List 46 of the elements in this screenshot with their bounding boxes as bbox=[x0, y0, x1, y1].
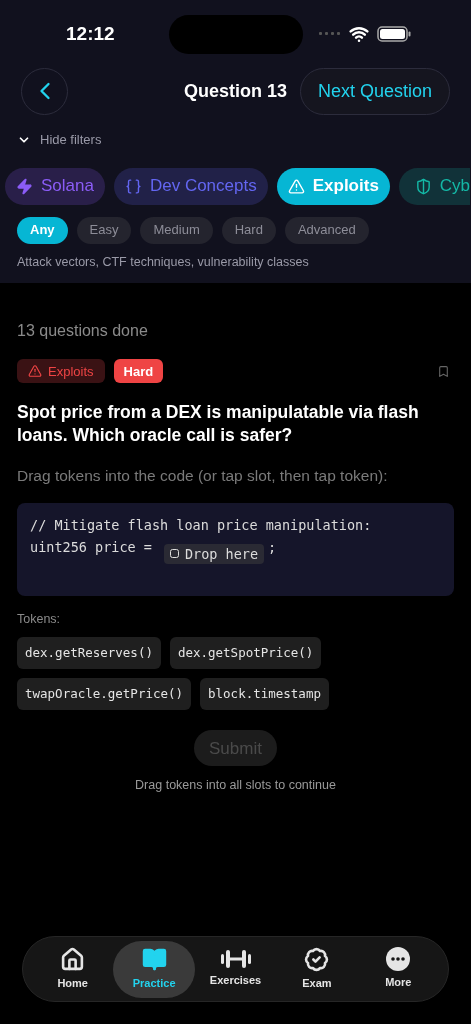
screen-title: Question 13 bbox=[183, 79, 287, 103]
difficulty-chip[interactable]: Medium bbox=[140, 216, 213, 244]
warning-icon bbox=[28, 364, 42, 379]
code-text: ; bbox=[268, 537, 277, 557]
tokens-label: Tokens: bbox=[17, 610, 62, 628]
next-question-button[interactable]: Next Question bbox=[299, 67, 450, 115]
hint-text: Drag tokens into all slots to continue bbox=[135, 777, 336, 795]
code-token[interactable]: twapOracle.getPrice() bbox=[17, 678, 192, 711]
difficulty-chip[interactable]: Advanced bbox=[284, 216, 369, 244]
drop-slot[interactable]: Drop here bbox=[163, 543, 265, 564]
badge-check-icon bbox=[304, 946, 330, 972]
signal-icon bbox=[319, 32, 341, 36]
wifi-icon bbox=[349, 24, 369, 44]
home-icon bbox=[60, 946, 86, 972]
tab-item[interactable]: Practice bbox=[113, 940, 195, 998]
more-icon bbox=[386, 947, 411, 972]
dumbbell-icon bbox=[220, 949, 251, 970]
instruction-text: Drag tokens into the code (or tap slot, then tap token): bbox=[17, 466, 389, 487]
tab-item[interactable]: Exercises bbox=[194, 940, 277, 998]
book-icon bbox=[141, 946, 167, 972]
category-chip[interactable]: Solana bbox=[5, 167, 105, 205]
code-token[interactable]: dex.getReserves() bbox=[17, 637, 161, 670]
code-text: uint256 price = bbox=[30, 537, 152, 557]
progress-text: 13 questions done bbox=[17, 321, 149, 342]
bookmark-icon[interactable] bbox=[437, 364, 450, 378]
category-description: Attack vectors, CTF techniques, vulnerability classes bbox=[17, 253, 310, 271]
status-time: 12:12 bbox=[66, 21, 115, 46]
tab-item[interactable]: More bbox=[357, 940, 440, 998]
shield-icon bbox=[414, 177, 432, 195]
category-chip[interactable]: Cyb bbox=[398, 167, 471, 205]
braces-icon bbox=[124, 177, 142, 195]
battery-icon bbox=[377, 26, 411, 42]
tab-item[interactable]: Exam bbox=[276, 940, 358, 998]
difficulty-tag: Hard bbox=[113, 359, 164, 384]
difficulty-chip[interactable]: Hard bbox=[221, 216, 276, 244]
slot-icon bbox=[169, 549, 179, 559]
code-token[interactable]: dex.getSpotPrice() bbox=[169, 637, 322, 670]
difficulty-chip[interactable]: Easy bbox=[76, 216, 132, 244]
lightning-icon bbox=[16, 177, 33, 195]
hide-filters-toggle[interactable]: Hide filters bbox=[17, 130, 102, 150]
code-comment: // Mitigate flash loan price manipulation: bbox=[30, 515, 373, 535]
question-text: Spot price from a DEX is manipulatable via flash loans. Which oracle call is safer? bbox=[17, 401, 420, 448]
code-token[interactable]: block.timestamp bbox=[200, 678, 329, 711]
category-tag: Exploits bbox=[17, 359, 105, 384]
warning-icon bbox=[287, 177, 305, 195]
tab-item[interactable]: Home bbox=[32, 940, 114, 998]
